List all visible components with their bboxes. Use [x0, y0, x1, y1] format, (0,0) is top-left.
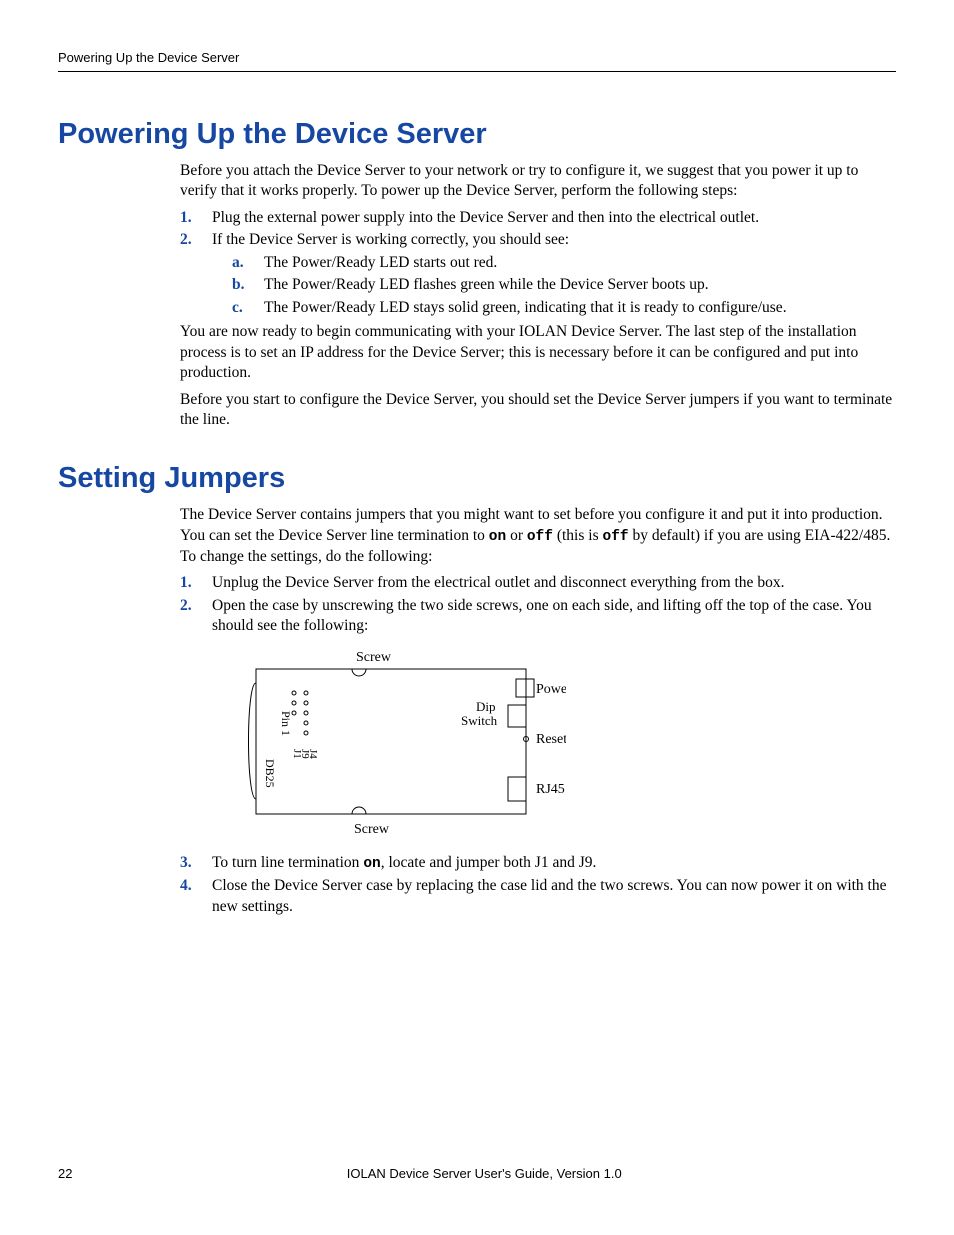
list-item: 1. Plug the external power supply into t… — [180, 208, 896, 228]
section1-body: Before you attach the Device Server to y… — [180, 161, 896, 430]
label-dip: Dip — [476, 699, 496, 714]
list-text: Open the case by unscrewing the two side… — [212, 597, 872, 634]
list-item: a. The Power/Ready LED starts out red. — [232, 253, 896, 273]
section2-body: The Device Server contains jumpers that … — [180, 505, 896, 917]
text: or — [506, 527, 527, 544]
list-marker: 3. — [180, 853, 192, 873]
label-db25: DB25 — [263, 759, 277, 788]
code-on: on — [489, 529, 506, 545]
list-marker: 1. — [180, 573, 192, 593]
list-marker: b. — [232, 275, 245, 295]
intro-paragraph: Before you attach the Device Server to y… — [180, 161, 896, 202]
page-number: 22 — [58, 1166, 72, 1181]
list-item: c. The Power/Ready LED stays solid green… — [232, 298, 896, 318]
heading-powering-up: Powering Up the Device Server — [58, 118, 896, 151]
list-marker: 1. — [180, 208, 192, 228]
ordered-list: 1. Unplug the Device Server from the ele… — [180, 573, 896, 917]
list-marker: 2. — [180, 230, 192, 250]
list-text: Close the Device Server case by replacin… — [212, 877, 887, 914]
label-screw-top: Screw — [356, 650, 392, 665]
label-reset: Reset — [536, 732, 566, 747]
label-rj45: RJ45 — [536, 782, 565, 797]
list-item: 2. If the Device Server is working corre… — [180, 230, 896, 318]
text: , locate and jumper both J1 and J9. — [381, 854, 597, 871]
list-item: 1. Unplug the Device Server from the ele… — [180, 573, 896, 593]
label-switch: Switch — [461, 713, 498, 728]
text: (this is — [553, 527, 603, 544]
paragraph: You are now ready to begin communicating… — [180, 322, 896, 383]
intro-paragraph: The Device Server contains jumpers that … — [180, 505, 896, 567]
label-power: Power — [536, 682, 566, 697]
list-text: Plug the external power supply into the … — [212, 209, 759, 226]
ordered-list: 1. Plug the external power supply into t… — [180, 208, 896, 318]
list-item: 3. To turn line termination on, locate a… — [180, 853, 896, 874]
code-on: on — [363, 856, 380, 872]
paragraph: Before you start to configure the Device… — [180, 390, 896, 431]
list-marker: 4. — [180, 876, 192, 896]
list-text: The Power/Ready LED stays solid green, i… — [264, 299, 787, 316]
list-text: To turn line termination on, locate and … — [212, 854, 596, 871]
footer-text: IOLAN Device Server User's Guide, Versio… — [58, 1166, 896, 1181]
list-item: 2. Open the case by unscrewing the two s… — [180, 596, 896, 845]
label-j4: J4 — [307, 749, 319, 759]
diagram-svg: Screw DB25 Pin 1 — [236, 649, 566, 839]
page-footer: 22 IOLAN Device Server User's Guide, Ver… — [58, 1166, 896, 1181]
list-text: If the Device Server is working correctl… — [212, 231, 569, 248]
list-item: b. The Power/Ready LED flashes green whi… — [232, 275, 896, 295]
board-diagram: Screw DB25 Pin 1 — [236, 649, 896, 845]
list-marker: c. — [232, 298, 243, 318]
text: To turn line termination — [212, 854, 363, 871]
page: Powering Up the Device Server Powering U… — [0, 0, 954, 917]
list-text: The Power/Ready LED starts out red. — [264, 254, 497, 271]
code-off: off — [527, 529, 553, 545]
list-text: The Power/Ready LED flashes green while … — [264, 276, 709, 293]
heading-setting-jumpers: Setting Jumpers — [58, 462, 896, 495]
list-text: Unplug the Device Server from the electr… — [212, 574, 784, 591]
code-off: off — [603, 529, 629, 545]
label-screw-bottom: Screw — [354, 822, 390, 837]
list-marker: a. — [232, 253, 244, 273]
list-marker: 2. — [180, 596, 192, 616]
list-item: 4. Close the Device Server case by repla… — [180, 876, 896, 917]
running-head: Powering Up the Device Server — [58, 50, 896, 72]
label-pin1: Pin 1 — [279, 711, 293, 736]
alpha-list: a. The Power/Ready LED starts out red. b… — [232, 253, 896, 318]
